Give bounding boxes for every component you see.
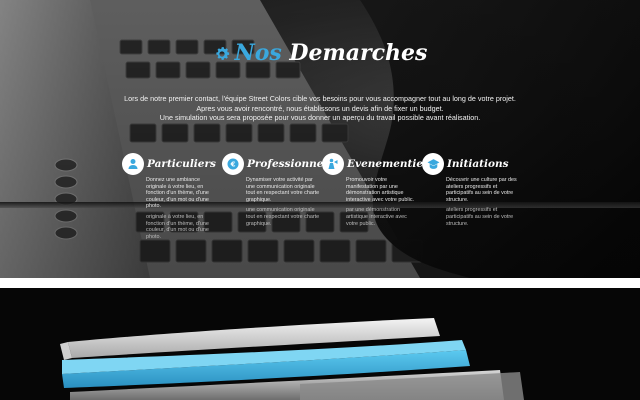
gear-icon: [213, 43, 231, 69]
title-main: Demarches: [289, 40, 428, 66]
hero-section: Nos Demarches Lors de notre premier cont…: [0, 0, 640, 278]
feature-title: Professionnels: [247, 158, 334, 170]
euro-icon: €: [222, 153, 244, 175]
feature-text-echo: par une démonstration artistique interac…: [346, 207, 407, 227]
books-section: [0, 288, 640, 400]
features-row: Particuliers Donnez une ambiance origina…: [0, 152, 640, 242]
feature-text: Découvrir une culture par des ateliers p…: [446, 177, 517, 203]
feature-title: Evenementiel: [347, 158, 428, 170]
user-icon: [122, 153, 144, 175]
feature-text: Dynamiser votre activité par une communi…: [246, 177, 320, 203]
feature-text-echo: une communication originale tout en resp…: [246, 207, 320, 227]
feature-text-echo: originale à votre lieu, en fonction d'un…: [146, 213, 209, 240]
section-divider: [0, 278, 640, 288]
graduation-cap-icon: [422, 153, 444, 175]
feature-title: Initiations: [447, 158, 509, 170]
feature-text: Promouvoir votre manifestation par une d…: [346, 177, 415, 203]
section-title: Nos Demarches: [0, 40, 640, 69]
intro-line-1: Lors de notre premier contact, l'équipe …: [124, 94, 516, 103]
feature-initiations[interactable]: Initiations Découvrir une culture par de…: [422, 152, 520, 227]
intro-text: Lors de notre premier contact, l'équipe …: [110, 94, 530, 123]
title-accent: Nos: [234, 40, 282, 66]
feature-particuliers[interactable]: Particuliers Donnez une ambiance origina…: [122, 152, 220, 240]
book-stack-image: [60, 318, 524, 400]
feature-professionnels[interactable]: € Professionnels Dynamiser votre activit…: [222, 152, 333, 227]
feature-evenementiel[interactable]: Evenementiel Promouvoir votre manifestat…: [322, 152, 427, 227]
intro-line-2: Apres vous avoir rencontré, nous établis…: [196, 103, 444, 113]
intro-line-3: Une simulation vous sera proposée pour v…: [159, 113, 481, 122]
person-arrow-icon: [322, 153, 344, 175]
feature-text-echo: ateliers progressifs et participatifs au…: [446, 207, 514, 227]
svg-text:€: €: [230, 161, 236, 169]
feature-title: Particuliers: [147, 158, 216, 170]
feature-text: Donnez une ambiance originale à votre li…: [146, 177, 209, 210]
